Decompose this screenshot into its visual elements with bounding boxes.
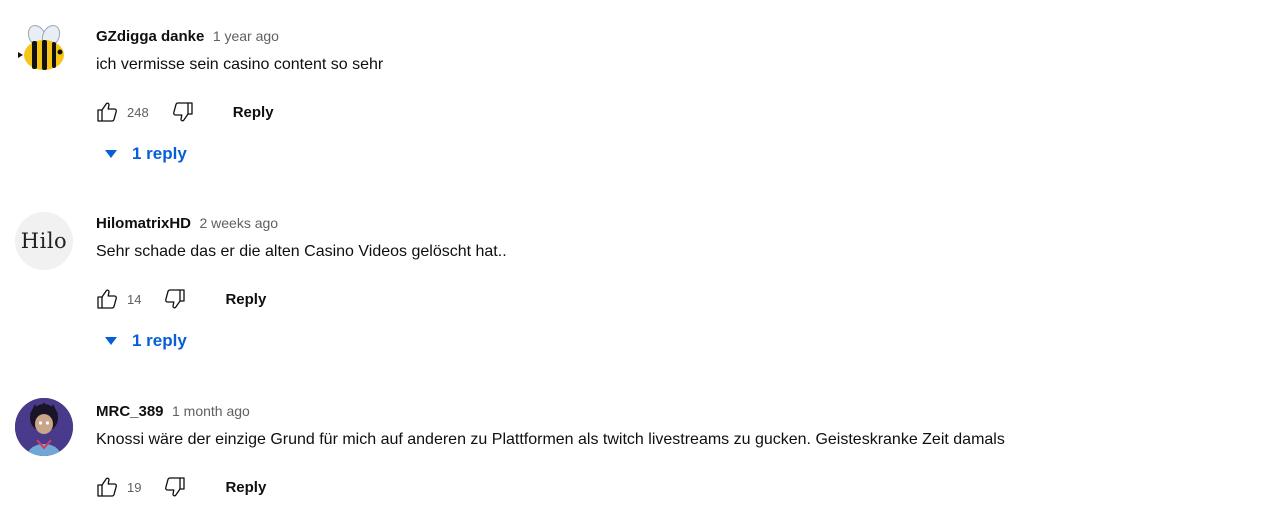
comment-text: Knossi wäre der einzige Grund für mich a… <box>96 431 1005 448</box>
avatar[interactable]: Hilo <box>15 212 73 270</box>
thumbs-up-icon <box>97 477 117 497</box>
caret-down-icon <box>105 150 117 158</box>
thumbs-down-icon <box>172 102 193 122</box>
view-replies-button[interactable]: 1 reply <box>104 144 187 164</box>
like-count: 248 <box>127 104 149 120</box>
comment-thread: MRC_389 1 month ago Knossi wäre der einz… <box>0 398 1280 527</box>
reply-button[interactable]: Reply <box>225 291 266 308</box>
reply-button[interactable]: Reply <box>233 104 274 121</box>
like-button[interactable] <box>93 98 121 126</box>
comment-text: ich vermisse sein casino content so sehr <box>96 56 384 73</box>
comment-thread: GZdigga danke 1 year ago ich vermisse se… <box>0 24 1280 188</box>
comment-thread: Hilo HilomatrixHD 2 weeks ago Sehr schad… <box>0 212 1280 375</box>
like-count: 14 <box>127 291 142 307</box>
comment-text: Sehr schade das er die alten Casino Vide… <box>96 243 507 260</box>
dislike-button[interactable] <box>169 98 197 126</box>
comment-header: GZdigga danke 1 year ago <box>96 28 279 46</box>
bee-icon <box>18 24 64 70</box>
comment-toolbar: 14 Reply <box>93 283 266 315</box>
avatar-label: Hilo <box>20 229 68 253</box>
thumbs-down-icon <box>165 477 186 497</box>
like-button[interactable] <box>93 473 121 501</box>
author-name[interactable]: HilomatrixHD <box>96 215 191 232</box>
thumbs-up-icon <box>97 289 117 309</box>
comment-toolbar: 19 Reply <box>93 471 266 503</box>
comment-header: MRC_389 1 month ago <box>96 403 250 421</box>
comment-toolbar: 248 Reply <box>93 96 274 128</box>
replies-label: 1 reply <box>132 144 187 163</box>
reply-button[interactable]: Reply <box>225 479 266 496</box>
replies-label: 1 reply <box>132 331 187 350</box>
comment-time[interactable]: 1 month ago <box>172 403 250 419</box>
view-replies-button[interactable]: 1 reply <box>104 331 187 351</box>
dislike-button[interactable] <box>161 473 189 501</box>
comment-time[interactable]: 2 weeks ago <box>199 215 278 231</box>
thumbs-up-icon <box>97 102 117 122</box>
character-avatar-icon <box>15 398 73 456</box>
avatar[interactable] <box>15 398 73 456</box>
like-count: 19 <box>127 479 142 495</box>
like-button[interactable] <box>93 285 121 313</box>
dislike-button[interactable] <box>161 285 189 313</box>
author-name[interactable]: GZdigga danke <box>96 28 204 45</box>
caret-down-icon <box>105 337 117 345</box>
comment-header: HilomatrixHD 2 weeks ago <box>96 215 278 233</box>
thumbs-down-icon <box>165 289 186 309</box>
comment-time[interactable]: 1 year ago <box>213 28 279 44</box>
author-name[interactable]: MRC_389 <box>96 403 164 420</box>
avatar[interactable] <box>15 22 73 80</box>
